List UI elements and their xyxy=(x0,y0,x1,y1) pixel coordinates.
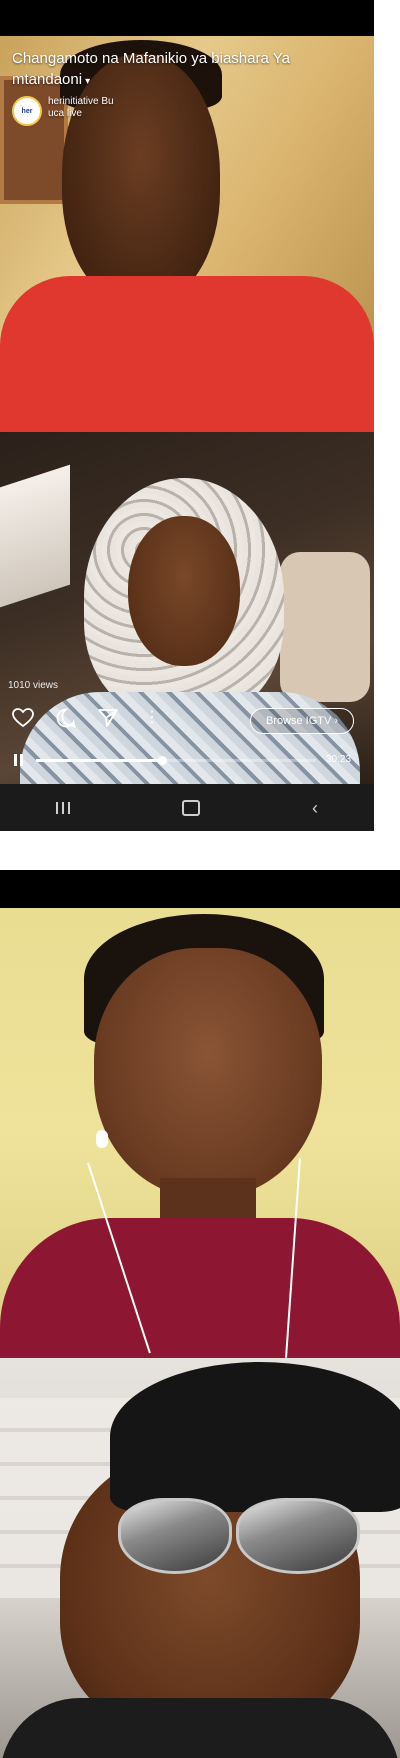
view-count: 1010 views xyxy=(8,680,59,691)
back-icon[interactable]: ‹ xyxy=(312,799,318,817)
maroon-top xyxy=(0,1218,400,1358)
home-icon[interactable] xyxy=(182,799,200,816)
person-face xyxy=(128,516,240,666)
live-title-text: Changamoto na Mafanikio ya biashara Ya m… xyxy=(12,50,290,88)
live-video-bottom xyxy=(0,1358,400,1758)
sunglasses-left-lens xyxy=(118,1498,232,1574)
live-video-top xyxy=(0,908,400,1358)
earphone-left xyxy=(96,1130,108,1148)
status-bar xyxy=(0,870,400,908)
recents-icon[interactable] xyxy=(56,801,70,814)
red-top xyxy=(0,276,374,432)
elapsed-time: 30:23 xyxy=(326,754,352,765)
live-title[interactable]: Changamoto na Mafanikio ya biashara Ya m… xyxy=(12,48,332,92)
heart-icon[interactable] xyxy=(12,708,34,728)
patterned-top xyxy=(20,692,360,784)
avatar[interactable]: her xyxy=(12,96,42,126)
progress-scrubber[interactable] xyxy=(158,756,167,765)
pause-icon[interactable] xyxy=(14,754,24,766)
comment-icon[interactable] xyxy=(56,708,76,728)
avatar-logo-text: her xyxy=(21,107,33,115)
person-face xyxy=(94,948,322,1198)
car-window xyxy=(0,464,70,608)
instagram-live-screenshot-2 xyxy=(0,870,400,1758)
send-icon[interactable] xyxy=(98,708,118,728)
status-bar xyxy=(0,0,374,36)
chevron-down-icon: ▾ xyxy=(85,76,91,87)
progress-fill xyxy=(36,759,162,762)
baseball-cap xyxy=(110,1362,400,1512)
host-subtitle: uca live xyxy=(48,108,82,119)
host-text: herinitiative Bu uca live xyxy=(48,96,114,120)
progress-bar[interactable] xyxy=(36,756,316,765)
more-icon[interactable]: ⋮ xyxy=(144,709,160,727)
host-info[interactable]: her herinitiative Bu uca live xyxy=(12,96,114,126)
dark-top xyxy=(0,1698,400,1758)
android-nav-bar: ‹ xyxy=(0,784,374,831)
car-seat xyxy=(280,552,370,702)
host-name: herinitiative Bu xyxy=(48,96,114,107)
instagram-live-screenshot-1: Changamoto na Mafanikio ya biashara Ya m… xyxy=(0,0,374,831)
action-bar: ⋮ xyxy=(12,708,160,728)
browse-igtv-button[interactable]: Browse IGTV › xyxy=(250,708,354,734)
sunglasses-right-lens xyxy=(236,1498,360,1574)
